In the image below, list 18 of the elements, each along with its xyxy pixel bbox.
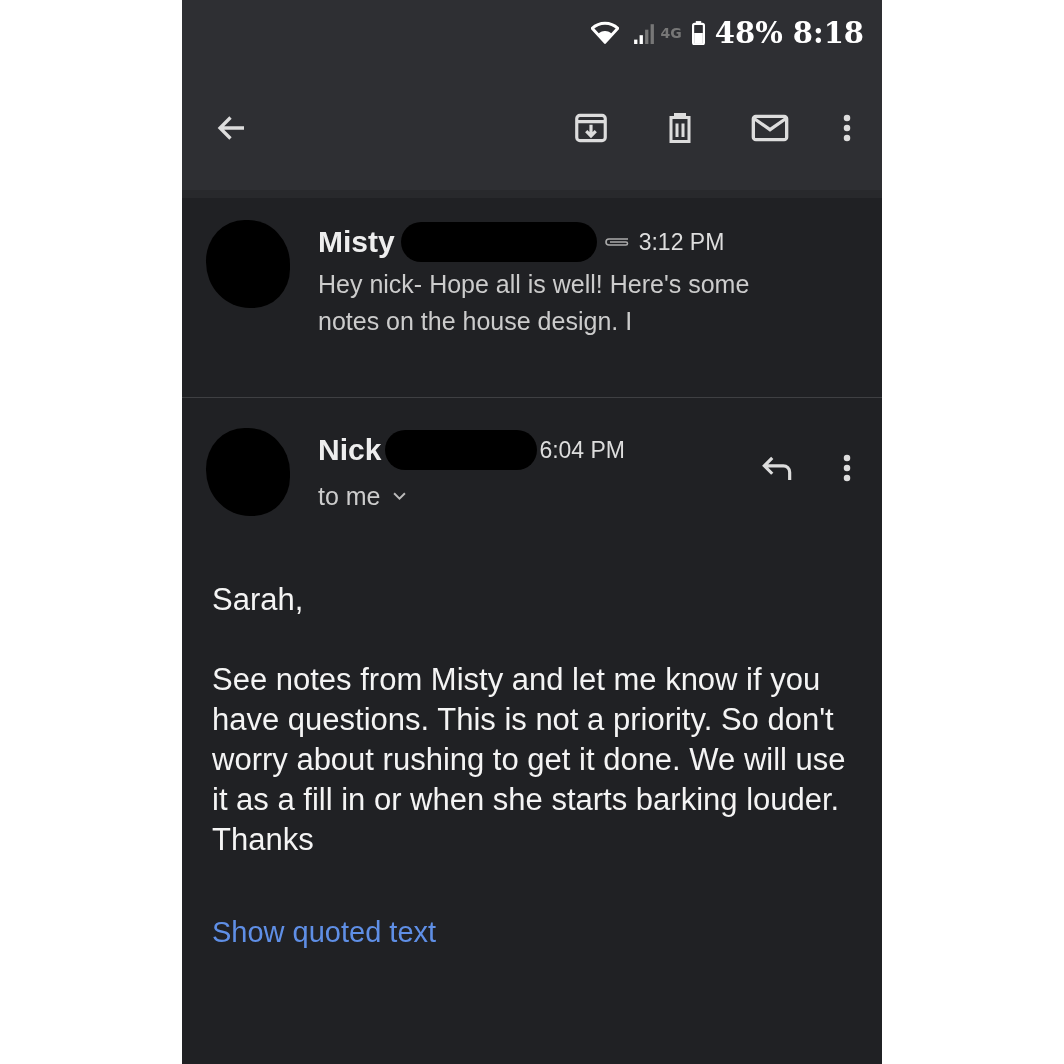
message-paragraph: See notes from Misty and let me know if you have questions. This is not a priority. So don't worry about rushing to get it done. We will use it as a fill in or when she starts barking louder. Thanks — [212, 661, 847, 859]
sender-name: Misty — [318, 225, 395, 259]
message-snippet: Hey nick- Hope all is well! Here's some notes on the house design. I — [318, 269, 751, 337]
signal-icon — [632, 21, 655, 44]
battery-level: 48% — [714, 15, 783, 50]
chevron-down-icon — [392, 492, 406, 501]
message-paragraph: Sarah, — [212, 581, 305, 619]
clock: 8:18 — [792, 15, 864, 50]
message-summary[interactable]: Misty 3:12 PM Hey nick- Hope all is well! Here's some notes on the house design. I — [182, 198, 882, 398]
wifi-icon — [590, 20, 619, 45]
show-quoted-text-link[interactable]: Show quoted text — [212, 916, 437, 949]
sender-name: Nick — [318, 433, 382, 467]
message-time: 3:12 PM — [638, 228, 725, 256]
battery-icon — [691, 20, 705, 45]
more-options-icon[interactable] — [842, 452, 852, 484]
message-time: 6:04 PM — [539, 436, 626, 464]
recipient-details[interactable]: to me — [318, 482, 406, 511]
network-type: 4G — [660, 24, 682, 41]
